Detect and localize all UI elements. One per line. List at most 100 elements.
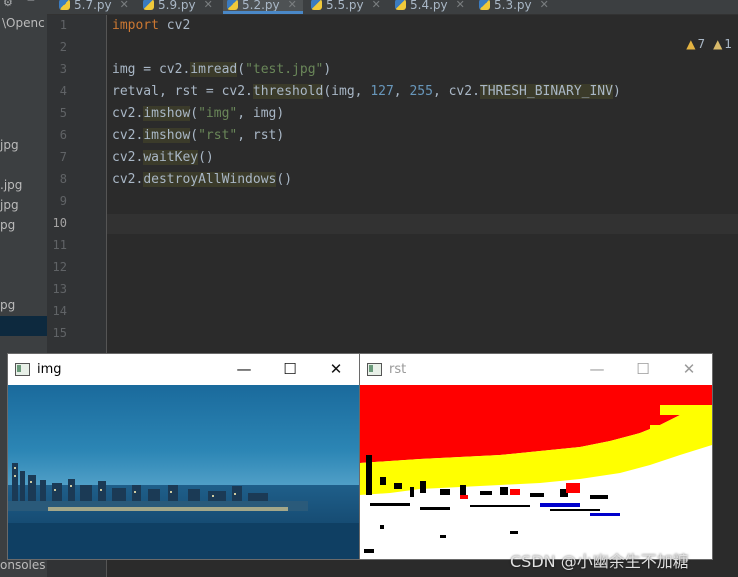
minimize-button[interactable]: — xyxy=(221,354,267,384)
threshold-result-image xyxy=(360,385,712,559)
keyword: import xyxy=(112,18,159,33)
weak-warning-count: 1 xyxy=(724,37,732,51)
window-title: rst xyxy=(389,361,407,377)
close-icon[interactable]: ✕ xyxy=(204,0,213,11)
watermark-text: CSDN @小幽余生不加糖 xyxy=(510,552,689,571)
code-line-5[interactable]: cv2.imshow("img", img) xyxy=(112,106,284,121)
tree-item[interactable]: .jpg xyxy=(0,178,22,192)
minimize-button[interactable]: — xyxy=(574,354,620,384)
warning-indicator[interactable]: ▲ 7 xyxy=(686,37,705,51)
tree-item[interactable]: pg xyxy=(0,298,15,312)
tree-item[interactable]: jpg xyxy=(0,138,19,152)
tab-5-3[interactable]: 5.3.py ✕ xyxy=(479,0,549,14)
code-line-1[interactable]: import cv2 xyxy=(112,18,190,33)
code-text: ( xyxy=(190,128,199,143)
code-text: (img, xyxy=(323,84,371,99)
line-number: 4 xyxy=(59,84,67,98)
close-icon[interactable]: ✕ xyxy=(288,0,297,11)
window-app-icon xyxy=(367,362,382,376)
project-path[interactable]: \Openc xyxy=(2,16,45,30)
function-name: imread xyxy=(190,62,238,77)
window-titlebar[interactable]: rst — ☐ ✕ xyxy=(360,354,712,384)
code-line-3[interactable]: img = cv2.imread("test.jpg") xyxy=(112,62,331,77)
hide-panel-icon[interactable]: − xyxy=(27,0,35,8)
python-file-icon xyxy=(143,0,154,10)
line-number: 8 xyxy=(59,172,67,186)
code-text: cv2. xyxy=(112,172,144,187)
code-text: ) xyxy=(323,62,332,77)
code-text: cv2. xyxy=(112,150,144,165)
tab-5-9[interactable]: 5.9.py ✕ xyxy=(143,0,213,14)
line-number: 6 xyxy=(59,128,67,142)
code-line-4[interactable]: retval, rst = cv2.threshold(img, 127, 25… xyxy=(112,84,621,99)
python-file-icon xyxy=(59,0,70,10)
code-text: ( xyxy=(237,62,246,77)
line-number: 5 xyxy=(59,106,67,120)
gear-icon[interactable]: ⚙ xyxy=(3,0,13,9)
line-number: 3 xyxy=(59,62,67,76)
tab-label: 5.4.py xyxy=(410,0,448,12)
code-text: , xyxy=(393,84,410,99)
line-number: 14 xyxy=(52,304,67,318)
python-file-icon xyxy=(227,0,238,10)
code-text: , img) xyxy=(237,106,285,121)
tree-selection-highlight xyxy=(0,316,47,336)
code-text: ( xyxy=(190,106,199,121)
tab-5-2[interactable]: 5.2.py ✕ xyxy=(223,0,303,14)
tab-label: 5.3.py xyxy=(494,0,532,12)
tree-item[interactable]: jpg xyxy=(0,198,19,212)
window-titlebar[interactable]: img — ☐ ✕ xyxy=(8,354,359,384)
close-icon[interactable]: ✕ xyxy=(540,0,549,11)
opencv-window-img[interactable]: img — ☐ ✕ xyxy=(7,353,360,560)
module-name: cv2 xyxy=(158,18,191,33)
function-name: imshow xyxy=(143,128,191,143)
tab-5-7[interactable]: 5.7.py ✕ xyxy=(59,0,129,14)
consoles-label[interactable]: onsoles xyxy=(0,558,46,572)
python-file-icon xyxy=(311,0,322,10)
close-icon[interactable]: ✕ xyxy=(456,0,465,11)
constant-name: THRESH_BINARY_INV xyxy=(479,84,613,99)
code-text: cv2. xyxy=(112,128,144,143)
editor-tab-bar: 5.7.py ✕ 5.9.py ✕ 5.2.py ✕ 5.5.py ✕ 5.4.py ✕ … xyxy=(47,0,738,15)
function-name: waitKey xyxy=(143,150,199,165)
code-text: () xyxy=(198,150,214,165)
original-city-image xyxy=(8,385,359,559)
code-line-8[interactable]: cv2.destroyAllWindows() xyxy=(112,172,292,187)
maximize-button[interactable]: ☐ xyxy=(620,354,666,384)
line-number: 12 xyxy=(52,260,67,274)
code-text: img = cv2. xyxy=(112,62,191,77)
maximize-button[interactable]: ☐ xyxy=(267,354,313,384)
tab-label: 5.2.py xyxy=(242,0,280,12)
code-line-6[interactable]: cv2.imshow("rst", rst) xyxy=(112,128,284,143)
line-number: 7 xyxy=(59,150,67,164)
close-icon[interactable]: ✕ xyxy=(372,0,381,11)
close-icon[interactable]: ✕ xyxy=(120,0,129,11)
window-title: img xyxy=(37,361,62,377)
weak-warning-indicator[interactable]: ▲ 1 xyxy=(713,37,732,51)
code-line-7[interactable]: cv2.waitKey() xyxy=(112,150,214,165)
close-button[interactable]: ✕ xyxy=(313,354,359,384)
tree-item[interactable]: pg xyxy=(0,218,15,232)
tab-5-5[interactable]: 5.5.py ✕ xyxy=(311,0,381,14)
number-literal: 127 xyxy=(370,84,394,99)
inspection-widget[interactable]: ▲ 7 ▲ 1 xyxy=(686,37,732,51)
code-text: () xyxy=(276,172,293,187)
line-number-current: 10 xyxy=(52,216,67,230)
warning-count: 7 xyxy=(697,37,706,51)
line-number: 1 xyxy=(59,18,67,32)
opencv-window-rst[interactable]: rst — ☐ ✕ xyxy=(359,353,713,560)
line-number: 13 xyxy=(52,282,67,296)
function-name: destroyAllWindows xyxy=(143,172,277,187)
string-literal: "test.jpg" xyxy=(245,62,324,77)
line-number: 9 xyxy=(59,194,67,208)
close-button[interactable]: ✕ xyxy=(666,354,712,384)
tab-label: 5.9.py xyxy=(158,0,196,12)
line-number: 11 xyxy=(52,238,67,252)
current-line-highlight xyxy=(107,214,738,234)
tab-label: 5.7.py xyxy=(74,0,112,12)
python-file-icon xyxy=(479,0,490,10)
string-literal: "img" xyxy=(198,106,238,121)
code-text: , rst) xyxy=(237,128,285,143)
tab-5-4[interactable]: 5.4.py ✕ xyxy=(395,0,465,14)
code-text: cv2. xyxy=(112,106,144,121)
